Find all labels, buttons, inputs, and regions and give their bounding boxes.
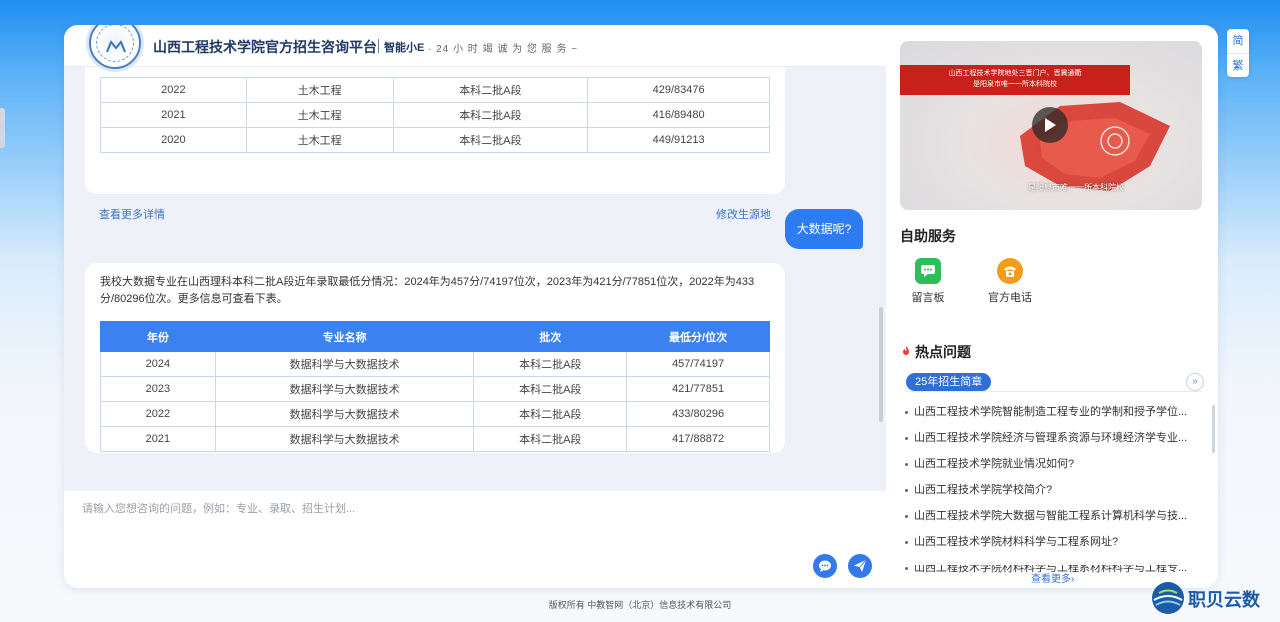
table-cell: 本科二批A段	[473, 351, 628, 377]
table-cell: 本科二批A段	[392, 102, 589, 128]
bot-answer-text: 我校大数据专业在山西理科本科二批A段近年录取最低分情况：2024年为457分/7…	[100, 276, 755, 305]
view-more-details-link[interactable]: 查看更多详情	[99, 206, 165, 222]
watermark-logo: 职贝云数	[1150, 580, 1278, 616]
table-cell: 本科二批A段	[473, 376, 628, 402]
double-chevron-right-icon[interactable]: »	[1186, 373, 1204, 391]
table-cell: 429/83476	[587, 77, 770, 103]
table-cell: 土木工程	[245, 77, 394, 103]
table-cell: 449/91213	[587, 127, 770, 153]
official-phone-button[interactable]: 官方电话	[980, 258, 1040, 305]
promo-video[interactable]: 山西工程技术学院地处三晋门户、晋冀通衢 是阳泉市唯一一所本科院校 是阳泉市唯一一…	[900, 41, 1202, 210]
table-cell: 土木工程	[245, 127, 394, 153]
question-input[interactable]	[82, 499, 782, 519]
table-row: 2021 土木工程 本科二批A段 416/89480	[100, 102, 770, 128]
change-region-link[interactable]: 修改生源地	[716, 206, 771, 222]
hot-question-item[interactable]: 山西工程技术学院学校简介?	[904, 482, 1200, 508]
table-cell: 数据科学与大数据技术	[214, 351, 475, 377]
table-row: 2022 数据科学与大数据技术 本科二批A段 433/80296	[100, 401, 770, 427]
header-divider	[378, 39, 379, 53]
table-cell: 421/77851	[626, 376, 770, 402]
table-row: 2022 土木工程 本科二批A段 429/83476	[100, 77, 770, 103]
chat-header: 山西工程技术学院官方招生咨询平台 智能小E · 24 小 时 竭 诚 为 您 服…	[64, 25, 886, 69]
bot-message-big-data: 我校大数据专业在山西理科本科二批A段近年录取最低分情况：2024年为457分/7…	[85, 263, 785, 453]
table-cell: 数据科学与大数据技术	[214, 376, 475, 402]
hot-question-item[interactable]: 山西工程技术学院大数据与智能工程系计算机科学与技...	[904, 508, 1200, 534]
hot-question-item[interactable]: 山西工程技术学院经济与管理系资源与环境经济学专业...	[904, 430, 1200, 456]
table-row: 2023 数据科学与大数据技术 本科二批A段 421/77851	[100, 376, 770, 402]
message-board-button[interactable]: 留言板	[898, 258, 958, 305]
assistant-name: 智能小E	[384, 42, 425, 54]
table-cell: 数据科学与大数据技术	[214, 426, 475, 452]
chat-bubble-icon	[819, 560, 831, 572]
table-cell: 本科二批A段	[473, 401, 628, 427]
video-banner-text: 山西工程技术学院地处三晋门户、晋冀通衢 是阳泉市唯一一所本科院校	[948, 70, 1082, 88]
list-fade	[904, 553, 1200, 565]
self-service-title: 自助服务	[900, 228, 956, 244]
chat-column: 2022 土木工程 本科二批A段 429/83476 2021 土木工程 本科二批A段 416…	[64, 25, 886, 588]
fire-icon	[903, 346, 909, 355]
table-cell: 2020	[100, 127, 247, 153]
tag-underline	[906, 391, 1202, 392]
hot-question-item[interactable]: 山西工程技术学院就业情况如何?	[904, 456, 1200, 482]
table-column-header: 专业名称	[214, 321, 475, 352]
user-message: 大数据呢?	[785, 209, 863, 249]
civil-engineering-score-table: 2022 土木工程 本科二批A段 429/83476 2021 土木工程 本科二批A段 416…	[100, 77, 770, 153]
table-row: 2020 土木工程 本科二批A段 449/91213	[100, 127, 770, 153]
message-board-label: 留言板	[911, 292, 945, 304]
table-cell: 433/80296	[626, 401, 770, 427]
chat-bubble-button[interactable]	[813, 554, 837, 578]
table-row: 2024 数据科学与大数据技术 本科二批A段 457/74197	[100, 351, 770, 377]
table-column-header: 最低分/位次	[626, 321, 770, 352]
footer-copyright: 版权所有 中教智网（北京）信息技术有限公司	[548, 600, 732, 610]
side-panel: 山西工程技术学院地处三晋门户、晋冀通衢 是阳泉市唯一一所本科院校 是阳泉市唯一一…	[886, 25, 1218, 588]
main-panel: 2022 土木工程 本科二批A段 429/83476 2021 土木工程 本科二批A段 416…	[64, 25, 1218, 588]
chat-scrollbar[interactable]	[879, 307, 883, 422]
table-cell: 本科二批A段	[392, 77, 589, 103]
table-cell: 2024	[100, 351, 216, 377]
play-icon	[1045, 118, 1056, 132]
table-cell: 本科二批A段	[392, 127, 589, 153]
traditional-chinese-button[interactable]: 繁	[1227, 53, 1249, 77]
table-column-header: 批次	[473, 321, 628, 352]
table-cell: 417/88872	[626, 426, 770, 452]
hot-list-scrollbar[interactable]	[1212, 405, 1215, 453]
official-phone-label: 官方电话	[988, 292, 1032, 304]
table-cell: 2022	[100, 77, 247, 103]
table-header-row: 年份 专业名称 批次 最低分/位次	[100, 321, 770, 352]
send-icon	[854, 559, 867, 572]
table-column-header: 年份	[100, 321, 216, 352]
input-area	[64, 491, 886, 588]
platform-title: 山西工程技术学院官方招生咨询平台	[153, 39, 377, 55]
table-cell: 2023	[100, 376, 216, 402]
table-cell: 2021	[100, 102, 247, 128]
play-button[interactable]	[1032, 107, 1068, 143]
school-logo	[89, 25, 141, 69]
table-cell: 457/74197	[626, 351, 770, 377]
table-cell: 2021	[100, 426, 216, 452]
message-board-icon	[915, 258, 941, 284]
globe-logo-icon	[1152, 582, 1184, 614]
see-more-link[interactable]: 查看更多›	[1031, 570, 1074, 585]
big-data-score-table: 年份 专业名称 批次 最低分/位次 2024 数据科学与大数据技术 本科二批A段 457/7…	[100, 321, 770, 452]
table-cell: 416/89480	[587, 102, 770, 128]
province-map-graphic	[1020, 102, 1170, 191]
video-banner: 山西工程技术学院地处三晋门户、晋冀通衢 是阳泉市唯一一所本科院校	[900, 65, 1130, 95]
watermark-text: 职贝云数	[1188, 590, 1260, 610]
language-switch: 简 繁	[1227, 29, 1249, 77]
table-cell: 2022	[100, 401, 216, 427]
table-cell: 数据科学与大数据技术	[214, 401, 475, 427]
table-cell: 本科二批A段	[473, 426, 628, 452]
phone-icon	[997, 258, 1023, 284]
hot-question-item[interactable]: 山西工程技术学院智能制造工程专业的学制和授予学位...	[904, 404, 1200, 430]
left-edge-tab[interactable]	[0, 108, 5, 148]
send-button[interactable]	[848, 554, 872, 578]
table-cell: 土木工程	[245, 102, 394, 128]
simplified-chinese-button[interactable]: 简	[1227, 29, 1249, 53]
tag-admission-brochure[interactable]: 25年招生简章	[906, 373, 992, 391]
bot-message-civil-engineering: 2022 土木工程 本科二批A段 429/83476 2021 土木工程 本科二批A段 416…	[85, 67, 785, 221]
table-row: 2021 数据科学与大数据技术 本科二批A段 417/88872	[100, 426, 770, 452]
video-caption: 是阳泉市唯一一所本科院校	[1028, 183, 1124, 192]
assistant-slogan: · 24 小 时 竭 诚 为 您 服 务 ~	[428, 44, 579, 55]
hot-questions-title: 热点问题	[915, 344, 971, 360]
